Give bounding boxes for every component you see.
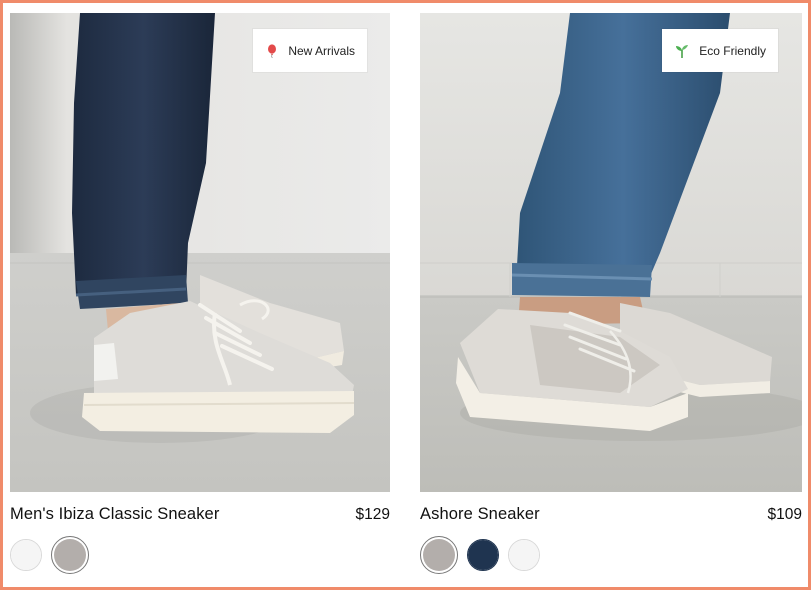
swatch-grey-selected[interactable] xyxy=(420,536,458,574)
swatch-color xyxy=(11,540,41,570)
product-price: $129 xyxy=(355,506,390,523)
swatch-color xyxy=(468,540,498,570)
product-image[interactable]: New Arrivals xyxy=(10,13,390,492)
product-info: Men's Ibiza Classic Sneaker $129 xyxy=(10,505,390,529)
color-swatches xyxy=(420,536,802,574)
sneaker-photo xyxy=(10,13,390,492)
swatch-white[interactable] xyxy=(10,539,42,571)
badge-label: New Arrivals xyxy=(288,43,355,58)
badge-new-arrivals: New Arrivals xyxy=(253,29,367,72)
product-info: Ashore Sneaker $109 xyxy=(420,505,802,529)
swatch-color xyxy=(423,539,455,571)
product-image[interactable]: Eco Friendly xyxy=(420,13,802,492)
product-name[interactable]: Ashore Sneaker xyxy=(420,505,540,524)
swatch-navy[interactable] xyxy=(467,539,499,571)
swatch-white[interactable] xyxy=(508,539,540,571)
balloon-icon xyxy=(266,43,278,58)
badge-eco-friendly: Eco Friendly xyxy=(662,29,778,72)
swatch-color xyxy=(509,540,539,570)
swatch-color xyxy=(54,539,86,571)
swatch-grey-selected[interactable] xyxy=(51,536,89,574)
product-price: $109 xyxy=(767,506,802,523)
sneaker-photo xyxy=(420,13,802,492)
product-card[interactable]: Eco Friendly Ashore Sneaker $109 xyxy=(420,13,802,574)
color-swatches xyxy=(10,536,390,574)
product-name[interactable]: Men's Ibiza Classic Sneaker xyxy=(10,505,219,524)
badge-label: Eco Friendly xyxy=(699,43,766,58)
sprout-icon xyxy=(675,44,689,58)
product-card[interactable]: New Arrivals Men's Ibiza Classic Sneaker… xyxy=(10,13,390,574)
